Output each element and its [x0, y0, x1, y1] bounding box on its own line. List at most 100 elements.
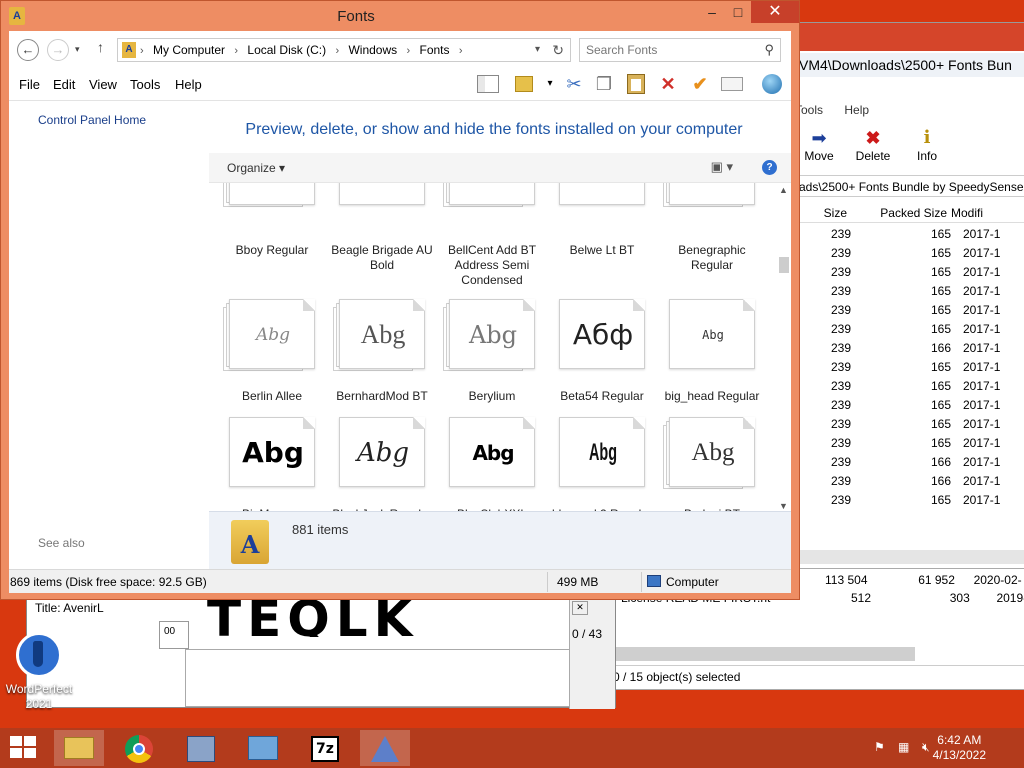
address-dropdown-icon[interactable]: ▾	[535, 44, 540, 55]
archive-titlebar	[771, 23, 1024, 51]
up-arrow-icon[interactable]: ↑	[97, 39, 104, 55]
help-icon[interactable]: ?	[762, 160, 777, 175]
flag-icon[interactable]: ⚑	[874, 740, 885, 754]
checkmark-icon[interactable]: ✔	[687, 72, 713, 96]
archive-row[interactable]: 239 165 2017-1	[799, 434, 1024, 453]
breadcrumb-fonts[interactable]: Fonts	[420, 43, 450, 57]
globe-icon[interactable]	[759, 72, 785, 96]
change-view-icon[interactable]: ▣ ▾	[711, 159, 733, 175]
font-sample-text: Abg	[468, 321, 518, 349]
archive-cell-packed: 166	[930, 474, 951, 488]
menu-view[interactable]: View	[89, 77, 117, 92]
menu-help[interactable]: Help	[175, 77, 202, 92]
lower-hscrollbar[interactable]	[615, 647, 915, 661]
font-thumbnail	[559, 183, 645, 205]
font-sample-text: Abg	[242, 436, 304, 469]
breadcrumb-windows[interactable]: Windows	[348, 43, 397, 57]
paste-icon[interactable]	[623, 72, 649, 96]
viewer-size-box[interactable]: 00	[159, 621, 189, 649]
preview-pane-icon[interactable]	[475, 72, 501, 96]
menu-tools[interactable]: Tools	[130, 77, 160, 92]
breadcrumb-chevron-icon[interactable]: ›	[406, 45, 410, 57]
see-also-label: See also	[38, 536, 85, 550]
address-bar[interactable]: A › My Computer › Local Disk (C:) › Wind…	[117, 38, 571, 62]
copy-icon[interactable]: ❐	[591, 72, 617, 96]
archive-hscrollbar[interactable]	[799, 550, 1024, 564]
col-modified[interactable]: Modifi	[951, 203, 1011, 222]
delete-button[interactable]: ✖ Delete	[851, 127, 895, 163]
minimize-button[interactable]: –	[699, 1, 725, 23]
archive-row[interactable]: 239 165 2017-1	[799, 301, 1024, 320]
control-panel-home-link[interactable]: Control Panel Home	[38, 113, 146, 127]
archive-row[interactable]: 239 165 2017-1	[799, 396, 1024, 415]
delete-icon[interactable]: ✕	[655, 72, 681, 96]
cut-icon[interactable]: ✂	[561, 72, 587, 96]
options-dropdown-icon[interactable]: ▾	[537, 72, 563, 96]
archive-address[interactable]: ads\2500+ Fonts Bundle by SpeedySense.co	[771, 175, 1024, 197]
archive-row[interactable]: 239 165 2017-1	[799, 320, 1024, 339]
font-thumbnail	[223, 183, 315, 207]
taskbar-chrome[interactable]	[114, 730, 164, 766]
archive-row[interactable]: 239 165 2017-1	[799, 282, 1024, 301]
archive-row[interactable]: 239 165 2017-1	[799, 377, 1024, 396]
breadcrumb-chevron-icon[interactable]: ›	[234, 45, 238, 57]
taskbar-font-app[interactable]	[360, 730, 410, 766]
search-input[interactable]	[586, 40, 756, 60]
archive-row[interactable]: 239 165 2017-1	[799, 263, 1024, 282]
col-packed-size[interactable]: Packed Size	[851, 203, 951, 222]
viewer-close-icon[interactable]: ✕	[572, 601, 588, 615]
volume-muted-icon[interactable]: 🔇︎	[922, 740, 930, 755]
breadcrumb-chevron-icon[interactable]: ›	[459, 45, 463, 57]
archive-column-headers: Size Packed Size Modifi	[799, 203, 1024, 223]
taskbar-network-app[interactable]	[176, 730, 226, 766]
maximize-button[interactable]: □	[725, 1, 751, 23]
start-button[interactable]	[10, 736, 38, 760]
windows-logo-icon	[10, 736, 22, 746]
windows-logo-icon	[24, 748, 36, 758]
properties-icon[interactable]	[719, 72, 745, 96]
scroll-down-icon[interactable]: ▼	[779, 501, 788, 511]
archive-row[interactable]: 239 165 2017-1	[799, 244, 1024, 263]
folder-options-icon[interactable]	[511, 72, 537, 96]
title-bar[interactable]: A Fonts – □ ✕	[1, 1, 799, 31]
search-box[interactable]: ⚲	[579, 38, 781, 62]
back-button[interactable]: ←	[17, 39, 39, 61]
move-button[interactable]: ➡ Move	[797, 127, 841, 163]
archive-row[interactable]: 239 165 2017-1	[799, 358, 1024, 377]
archive-row[interactable]: 239 166 2017-1	[799, 453, 1024, 472]
taskbar-7zip[interactable]: 7z	[300, 730, 350, 766]
scroll-up-icon[interactable]: ▲	[779, 185, 788, 195]
network-icon[interactable]: ▦	[898, 740, 909, 754]
archive-row[interactable]: 239 165 2017-1	[799, 225, 1024, 244]
lower-modified: 2020-02-	[973, 573, 1022, 587]
archive-row[interactable]: 239 166 2017-1	[799, 339, 1024, 358]
scroll-thumb[interactable]	[779, 257, 789, 273]
clock[interactable]: 6:42 AM 4/13/2022	[933, 733, 986, 763]
close-button[interactable]: ✕	[751, 1, 799, 23]
viewer-side-panel: ✕ 0 / 43	[569, 597, 615, 709]
archive-row[interactable]: 239 165 2017-1	[799, 491, 1024, 510]
breadcrumb-local-disk[interactable]: Local Disk (C:)	[247, 43, 326, 57]
info-button[interactable]: i Info	[905, 127, 949, 163]
lower-row[interactable]: 113 504 61 952 2020-02-	[825, 573, 1022, 591]
info-icon: i	[923, 127, 931, 148]
organize-button[interactable]: Organize ▾	[227, 161, 285, 175]
breadcrumb-my-computer[interactable]: My Computer	[153, 43, 225, 57]
search-icon[interactable]: ⚲	[764, 42, 774, 58]
archive-row[interactable]: 239 166 2017-1	[799, 472, 1024, 491]
refresh-icon[interactable]: ↻	[552, 42, 564, 59]
taskbar-control-panel[interactable]	[238, 730, 288, 766]
forward-button[interactable]: →	[47, 39, 69, 61]
breadcrumb-chevron-icon[interactable]: ›	[335, 45, 339, 57]
lower-packed: 303	[949, 591, 970, 605]
font-name: BernhardMod BT	[336, 389, 428, 403]
vertical-scrollbar[interactable]: ▲ ▼	[777, 183, 791, 513]
archive-row[interactable]: 239 165 2017-1	[799, 415, 1024, 434]
taskbar-file-explorer[interactable]	[54, 730, 104, 766]
desktop-icon-wordperfect[interactable]: WordPerfect 2021	[2, 632, 76, 712]
menu-file[interactable]: File	[19, 77, 40, 92]
recent-dropdown-icon[interactable]: ▾	[75, 44, 80, 55]
col-size[interactable]: Size	[799, 203, 851, 222]
menu-edit[interactable]: Edit	[53, 77, 75, 92]
archive-menu-help[interactable]: Help	[844, 103, 869, 117]
